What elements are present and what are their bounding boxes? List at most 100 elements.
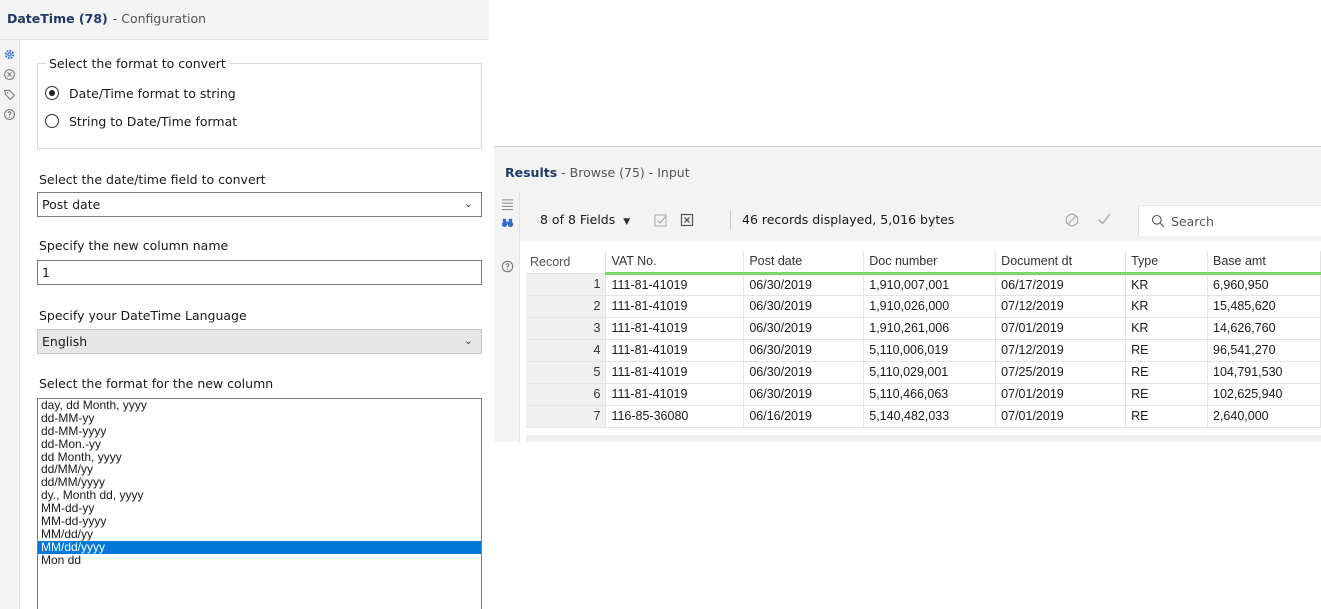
record-number-cell[interactable]: 1 [526, 273, 607, 296]
table-row[interactable]: 3 111-81-41019 06/30/2019 1,910,261,006 07/0… [526, 317, 1321, 340]
table-cell[interactable]: 06/30/2019 [743, 339, 865, 362]
apply-check-icon[interactable] [1097, 212, 1111, 226]
table-row[interactable]: 2 111-81-41019 06/30/2019 1,910,026,000 07/1… [526, 295, 1321, 318]
table-cell[interactable]: 5,140,482,033 [863, 405, 997, 428]
format-option[interactable]: dd-MM-yy [38, 411, 481, 425]
table-cell[interactable]: 5,110,466,063 [863, 383, 997, 406]
format-option[interactable]: MM/dd/yy [38, 528, 481, 541]
table-cell[interactable]: KR [1125, 295, 1208, 318]
table-cell[interactable]: KR [1125, 317, 1208, 340]
radio-button[interactable] [45, 114, 59, 128]
record-number-cell[interactable]: 5 [526, 361, 607, 384]
table-cell[interactable]: 06/30/2019 [743, 317, 865, 340]
table-cell[interactable]: 111-81-41019 [605, 295, 745, 318]
fields-dropdown[interactable]: 8 of 8 Fields ▼ [540, 212, 630, 227]
table-cell[interactable]: 07/12/2019 [995, 295, 1127, 318]
column-header[interactable]: Doc number [863, 251, 997, 275]
table-cell[interactable]: 06/30/2019 [743, 361, 865, 384]
table-cell[interactable]: 1,910,026,000 [863, 295, 997, 318]
format-option[interactable]: dy., Month dd, yyyy [38, 489, 481, 502]
table-cell[interactable]: 102,625,940 [1207, 383, 1321, 406]
cancel-filter-icon[interactable] [1065, 213, 1079, 227]
column-header[interactable]: Base amt [1207, 251, 1321, 275]
format-option[interactable]: day, dd Month, yyyy [38, 399, 481, 412]
table-cell[interactable]: RE [1125, 361, 1208, 384]
column-header[interactable]: Document dt [995, 251, 1127, 275]
table-cell[interactable]: 07/25/2019 [995, 361, 1127, 384]
table-cell[interactable]: 104,791,530 [1207, 361, 1321, 384]
table-cell[interactable]: 111-81-41019 [605, 361, 745, 384]
language-dropdown[interactable]: English ⌄ [37, 329, 482, 354]
table-cell[interactable]: 6,960,950 [1207, 273, 1321, 296]
format-option[interactable]: dd-MM-yyyy [38, 424, 481, 438]
table-row[interactable]: 1 111-81-41019 06/30/2019 1,910,007,001 06/1… [526, 273, 1321, 296]
table-cell[interactable]: 06/30/2019 [743, 295, 865, 318]
radio-button-checked[interactable] [45, 86, 59, 100]
table-cell[interactable]: 06/30/2019 [743, 273, 865, 296]
table-cell[interactable]: KR [1125, 273, 1208, 296]
table-row[interactable]: 4 111-81-41019 06/30/2019 5,110,006,019 07/1… [526, 339, 1321, 362]
help-icon[interactable] [2, 108, 16, 122]
table-cell[interactable]: 111-81-41019 [605, 339, 745, 362]
table-cell[interactable]: 1,910,261,006 [863, 317, 997, 340]
column-header[interactable]: Post date [743, 251, 865, 275]
table-cell[interactable]: 07/01/2019 [995, 383, 1127, 406]
fields-count-label: 8 of 8 Fields [540, 212, 616, 227]
search-box[interactable] [1138, 205, 1321, 236]
radio-datetime-to-string[interactable]: Date/Time format to string [45, 84, 236, 102]
tag-icon[interactable] [2, 88, 16, 102]
record-number-cell[interactable]: 2 [526, 295, 607, 318]
table-cell[interactable]: 111-81-41019 [605, 317, 745, 340]
table-cell[interactable]: 111-81-41019 [605, 383, 745, 406]
column-name-input[interactable] [38, 261, 481, 284]
column-header[interactable]: Record [526, 251, 607, 274]
grid-header-row: Record VAT No. Post date Doc number Document… [526, 251, 1321, 275]
table-cell[interactable]: 14,626,760 [1207, 317, 1321, 340]
table-row[interactable]: 6 111-81-41019 06/30/2019 5,110,466,063 07/0… [526, 383, 1321, 406]
format-option[interactable]: MM-dd-yyyy [38, 515, 481, 528]
column-name-field[interactable] [37, 260, 482, 285]
column-header[interactable]: VAT No. [605, 251, 745, 275]
format-listbox[interactable]: day, dd Month, yyyy dd-MM-yy dd-MM-yyyy dd-… [37, 398, 482, 609]
column-header[interactable]: Type [1125, 251, 1208, 275]
checkbox-edit-icon[interactable] [654, 213, 668, 227]
table-cell[interactable]: 5,110,029,001 [863, 361, 997, 384]
table-cell[interactable]: 07/01/2019 [995, 317, 1127, 340]
radio-string-to-datetime[interactable]: String to Date/Time format [45, 112, 237, 130]
record-number-cell[interactable]: 4 [526, 339, 607, 362]
table-cell[interactable]: 15,485,620 [1207, 295, 1321, 318]
gear-icon[interactable] [2, 48, 16, 62]
format-option[interactable]: Mon dd [38, 553, 481, 567]
table-cell[interactable]: RE [1125, 383, 1208, 406]
list-view-icon[interactable] [501, 198, 514, 211]
record-number-cell[interactable]: 6 [526, 383, 607, 406]
record-number-cell[interactable]: 7 [526, 405, 607, 428]
table-row[interactable]: 7 116-85-36080 06/16/2019 5,140,482,033 07/0… [526, 405, 1321, 428]
table-cell[interactable]: 2,640,000 [1207, 405, 1321, 428]
table-cell[interactable]: 96,541,270 [1207, 339, 1321, 362]
table-cell[interactable]: 06/17/2019 [995, 273, 1127, 296]
table-cell[interactable]: RE [1125, 405, 1208, 428]
table-cell[interactable]: 1,910,007,001 [863, 273, 997, 296]
search-input[interactable] [1171, 212, 1311, 230]
table-cell[interactable]: 06/16/2019 [743, 405, 865, 428]
help-icon[interactable] [501, 260, 514, 273]
table-cell[interactable]: 116-85-36080 [605, 405, 745, 428]
results-title: Results - Browse (75) - Input [505, 165, 690, 180]
format-option[interactable]: dd Month, yyyy [38, 450, 481, 464]
table-cell[interactable]: 5,110,006,019 [863, 339, 997, 362]
tag-x-icon[interactable] [2, 68, 16, 82]
binoculars-icon[interactable] [501, 216, 514, 229]
table-cell[interactable]: 06/30/2019 [743, 383, 865, 406]
record-number-cell[interactable]: 3 [526, 317, 607, 340]
table-cell[interactable]: 111-81-41019 [605, 273, 745, 296]
format-option[interactable]: MM/dd/yyyy [38, 540, 481, 554]
table-cell[interactable]: 07/12/2019 [995, 339, 1127, 362]
format-option[interactable]: dd-Mon.-yy [38, 437, 481, 451]
table-cell[interactable]: RE [1125, 339, 1208, 362]
tool-subtitle: - Configuration [112, 11, 207, 26]
table-row[interactable]: 5 111-81-41019 06/30/2019 5,110,029,001 07/2… [526, 361, 1321, 384]
table-cell[interactable]: 07/01/2019 [995, 405, 1127, 428]
deselect-icon[interactable] [680, 213, 694, 227]
field-select-dropdown[interactable]: Post date ⌄ [37, 192, 482, 217]
